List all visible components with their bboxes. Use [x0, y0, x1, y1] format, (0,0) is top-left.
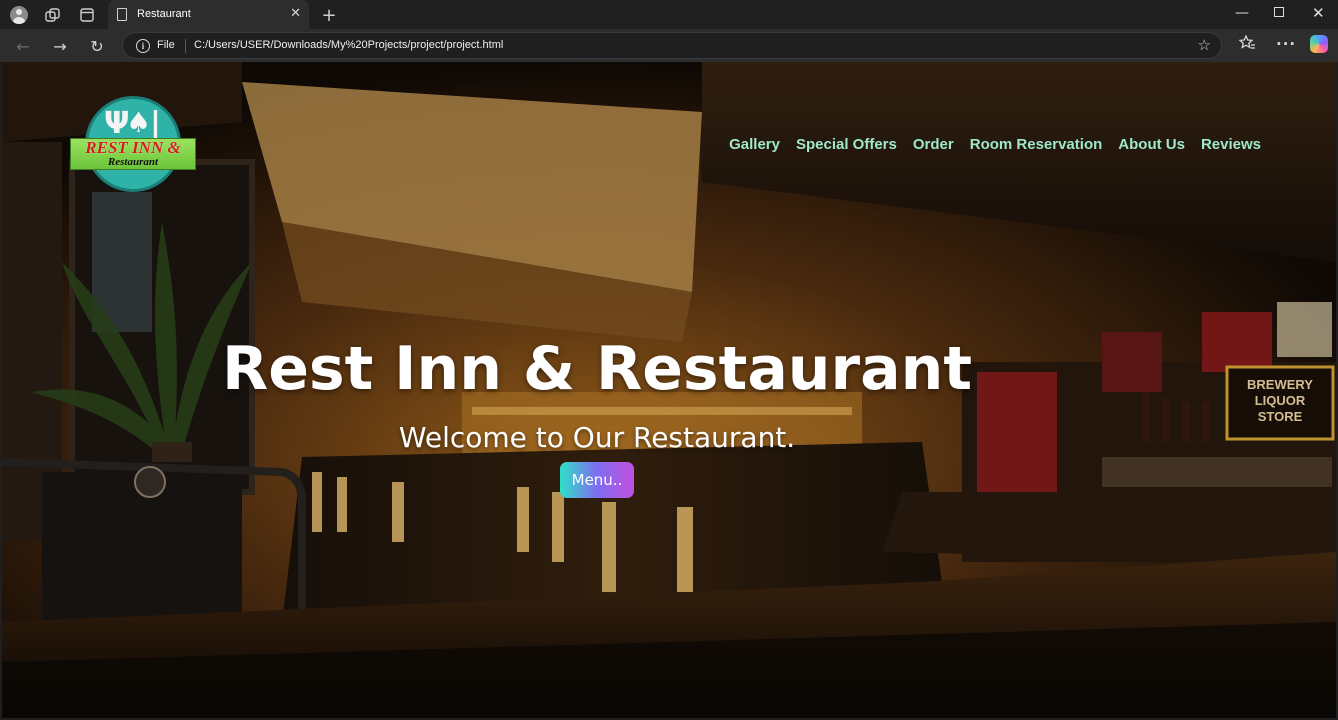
- reload-icon[interactable]: ↻: [85, 34, 109, 58]
- page-icon: [117, 8, 127, 21]
- new-tab-icon[interactable]: +: [318, 4, 340, 26]
- nav-link-special-offers[interactable]: Special Offers: [796, 136, 897, 153]
- workspaces-icon[interactable]: [41, 4, 63, 26]
- favorites-icon[interactable]: [1238, 34, 1256, 55]
- profile-icon[interactable]: [8, 4, 30, 26]
- address-bar[interactable]: i File C:/Users/USER/Downloads/My%20Proj…: [122, 32, 1222, 59]
- favorite-star-icon[interactable]: ☆: [1198, 36, 1211, 54]
- close-tab-icon[interactable]: ✕: [290, 6, 301, 21]
- tab-title: Restaurant: [137, 8, 191, 20]
- forward-icon[interactable]: →: [48, 34, 72, 58]
- hero-title: Rest Inn & Restaurant: [222, 334, 972, 404]
- maximize-icon[interactable]: [1274, 7, 1284, 17]
- nav-link-reviews[interactable]: Reviews: [1201, 136, 1261, 153]
- active-tab[interactable]: Restaurant ✕: [108, 0, 309, 29]
- logo-name: REST INN &: [85, 138, 181, 157]
- hero-subtitle: Welcome to Our Restaurant.: [398, 421, 796, 454]
- nav-link-gallery[interactable]: Gallery: [729, 136, 780, 153]
- nav-link-order[interactable]: Order: [913, 136, 954, 153]
- back-icon[interactable]: ←: [11, 34, 35, 58]
- copilot-icon[interactable]: [1310, 35, 1328, 53]
- logo-banner: REST INN & Restaurant: [70, 138, 196, 170]
- menu-button[interactable]: Menu..: [560, 462, 634, 498]
- spoon-icon: ♠: [126, 106, 152, 139]
- page-viewport: BREWERY LIQUOR STORE Ψ ♠ | REST INN & Re…: [2, 62, 1336, 718]
- close-window-icon[interactable]: ✕: [1312, 4, 1325, 22]
- info-icon[interactable]: i: [136, 39, 150, 53]
- knife-icon: |: [150, 106, 161, 141]
- site-logo[interactable]: Ψ ♠ | REST INN & Restaurant: [70, 96, 196, 196]
- tab-actions-icon[interactable]: [76, 4, 98, 26]
- browser-toolbar: ← → ↻ i File C:/Users/USER/Downloads/My%…: [0, 29, 1338, 62]
- logo-subtitle: Restaurant: [107, 156, 159, 168]
- address-divider: [185, 39, 186, 53]
- scheme-label: File: [157, 39, 175, 51]
- browser-tab-bar: Restaurant ✕ + — ✕: [0, 0, 1338, 29]
- more-options-icon[interactable]: ···: [1276, 35, 1296, 53]
- nav-link-about-us[interactable]: About Us: [1118, 136, 1185, 153]
- minimize-icon[interactable]: —: [1235, 5, 1249, 21]
- nav-link-room-reservation[interactable]: Room Reservation: [970, 136, 1103, 153]
- url-text[interactable]: C:/Users/USER/Downloads/My%20Projects/pr…: [194, 39, 503, 51]
- site-navigation: Gallery Special Offers Order Room Reserv…: [729, 136, 1261, 153]
